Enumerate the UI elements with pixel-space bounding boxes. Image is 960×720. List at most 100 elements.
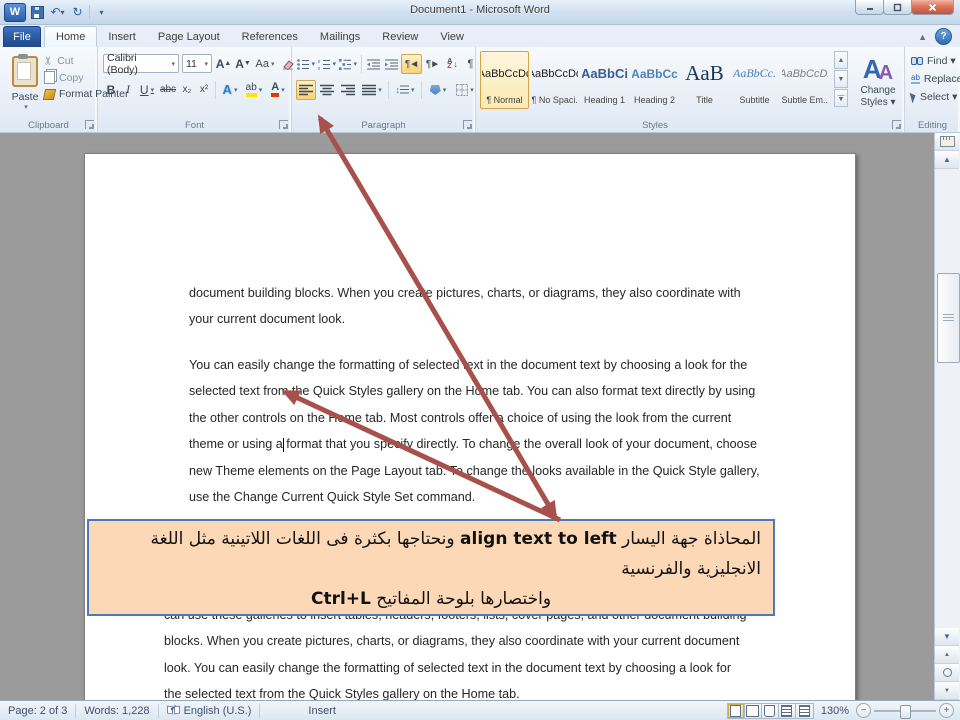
font-dialog-launcher-icon[interactable] [279, 120, 288, 129]
bold-button[interactable]: B [103, 80, 119, 99]
style-normal[interactable]: AaBbCcDc ¶ Normal [480, 51, 529, 109]
font-size-combobox[interactable]: 11 ▾ [182, 54, 212, 73]
style-subtle-emphasis[interactable]: AaBbCcDi Subtle Em... [780, 51, 829, 109]
scroll-down-icon[interactable]: ▼ [935, 628, 959, 646]
zoom-level[interactable]: 130% [821, 705, 849, 717]
styles-dialog-launcher-icon[interactable] [892, 120, 901, 129]
highlight-color-button[interactable]: ab ▾ [242, 80, 266, 99]
change-case-button[interactable]: Aa ▾ [254, 54, 276, 73]
clipboard-dialog-launcher-icon[interactable] [85, 120, 94, 129]
borders-button[interactable]: ▾ [452, 80, 478, 100]
word-count[interactable]: Words: 1,228 [76, 703, 159, 718]
tab-mailings[interactable]: Mailings [309, 26, 371, 47]
shading-button[interactable]: ▾ [425, 80, 451, 100]
change-styles-button[interactable]: AA Change Styles ▾ [852, 51, 904, 123]
decrease-indent-button[interactable] [365, 54, 382, 74]
full-screen-reading-view-button[interactable] [744, 703, 762, 718]
close-button[interactable] [911, 0, 954, 15]
font-name-combobox[interactable]: Calibri (Body) ▾ [103, 52, 179, 76]
minimize-button[interactable] [855, 0, 884, 15]
style-no-spacing[interactable]: AaBbCcDc ¶ No Spaci... [530, 51, 579, 109]
document-page[interactable]: document building blocks. When you creat… [84, 153, 856, 700]
increase-indent-button[interactable] [383, 54, 400, 74]
left-to-right-direction-button[interactable]: ¶◄ [401, 54, 422, 74]
paste-dropdown-icon[interactable]: ▾ [24, 103, 28, 111]
help-icon[interactable]: ? [935, 28, 952, 45]
full-screen-icon [746, 704, 760, 717]
language-indicator[interactable]: English (U.S.) [184, 705, 252, 717]
insert-mode-indicator[interactable]: Insert [300, 704, 344, 718]
tab-insert[interactable]: Insert [97, 26, 147, 47]
numbering-button[interactable]: ▾ [317, 54, 337, 74]
scroll-up-icon[interactable]: ▲ [935, 151, 959, 169]
zoom-in-button[interactable]: + [939, 703, 954, 718]
style-heading-2[interactable]: AaBbCc Heading 2 [630, 51, 679, 109]
document-line: document building blocks. When you creat… [189, 286, 741, 300]
paste-button[interactable]: Paste ▾ [6, 53, 44, 121]
undo-dropdown-icon[interactable]: ▾ [61, 8, 65, 17]
zoom-slider[interactable] [874, 704, 936, 719]
save-button[interactable] [29, 4, 46, 21]
find-button[interactable]: Find ▾ [911, 55, 960, 67]
select-button[interactable]: Select ▾ [909, 91, 960, 103]
sort-button[interactable]: AZ ↓ [443, 54, 462, 74]
draft-view-button[interactable] [795, 703, 813, 718]
minimize-ribbon-icon[interactable]: ▲ [918, 32, 927, 42]
web-layout-view-button[interactable] [761, 703, 779, 718]
ruler-toggle-button[interactable] [935, 133, 959, 151]
style-title[interactable]: AaB Title [680, 51, 729, 109]
right-to-left-direction-button[interactable]: ¶► [423, 54, 442, 74]
document-line: selected text from the Quick Styles gall… [189, 384, 756, 399]
undo-button[interactable]: ↶ ▾ [49, 4, 66, 21]
subscript-button[interactable]: x₂ [179, 80, 195, 99]
shrink-font-button[interactable]: A ▼ [235, 54, 251, 73]
proofing-status[interactable]: ✓ English (U.S.) [159, 703, 261, 718]
italic-button[interactable]: I [120, 80, 136, 99]
restore-button[interactable] [883, 0, 912, 15]
align-center-icon [320, 84, 334, 96]
text-effects-button[interactable]: A ▾ [219, 80, 241, 99]
redo-button[interactable]: ↻ [69, 4, 86, 21]
vertical-scrollbar[interactable]: ▲ ▼ ▲ ▼ [934, 133, 960, 700]
grow-font-button[interactable]: A ▲ [215, 54, 232, 73]
paragraph-dialog-launcher-icon[interactable] [463, 120, 472, 129]
print-layout-view-button[interactable] [727, 703, 745, 718]
align-right-button[interactable] [338, 80, 358, 100]
zoom-slider-thumb[interactable] [900, 704, 911, 719]
tab-references[interactable]: References [231, 26, 309, 47]
zoom-out-button[interactable]: − [856, 703, 871, 718]
tab-page-layout[interactable]: Page Layout [147, 26, 231, 47]
underline-button[interactable]: U ▾ [137, 80, 157, 99]
scrollbar-thumb[interactable] [937, 273, 960, 363]
superscript-button[interactable]: x² [196, 80, 212, 99]
tab-file[interactable]: File [3, 26, 41, 47]
customize-qat-button[interactable]: ▾ [93, 4, 110, 21]
tab-review[interactable]: Review [371, 26, 429, 47]
line-spacing-button[interactable]: ↕ ▾ [392, 80, 418, 100]
bullets-button[interactable]: ▾ [296, 54, 316, 74]
align-left-button[interactable] [296, 80, 316, 100]
text-effects-icon: A [222, 82, 232, 97]
tab-view[interactable]: View [429, 26, 475, 47]
multilevel-list-button[interactable]: ▾ [338, 54, 358, 74]
group-label-styles: Styles [642, 120, 668, 131]
font-color-button[interactable]: A ▾ [267, 80, 289, 99]
tab-home[interactable]: Home [44, 26, 98, 47]
select-browse-object-button[interactable] [935, 664, 959, 682]
styles-scroll-up-icon[interactable]: ▲ [834, 51, 848, 69]
previous-page-button[interactable]: ▲ [935, 646, 959, 664]
align-center-button[interactable] [317, 80, 337, 100]
replace-button[interactable]: ab Replace [911, 73, 960, 85]
styles-gallery-more-icon[interactable]: — ▼ [834, 89, 848, 107]
word-app-icon[interactable]: W [4, 2, 26, 22]
change-styles-icon: AA [862, 54, 894, 84]
justify-button[interactable]: ▾ [359, 80, 385, 100]
style-subtitle[interactable]: AaBbCc. Subtitle [730, 51, 779, 109]
style-heading-1[interactable]: AaBbCi Heading 1 [580, 51, 629, 109]
strikethrough-button[interactable]: abc [158, 80, 178, 99]
page-indicator[interactable]: Page: 2 of 3 [0, 703, 77, 718]
next-page-button[interactable]: ▼ [935, 682, 959, 700]
outline-view-button[interactable] [778, 703, 796, 718]
styles-scroll-down-icon[interactable]: ▼ [834, 70, 848, 88]
document-line: theme or using a format that you specify… [189, 437, 757, 452]
